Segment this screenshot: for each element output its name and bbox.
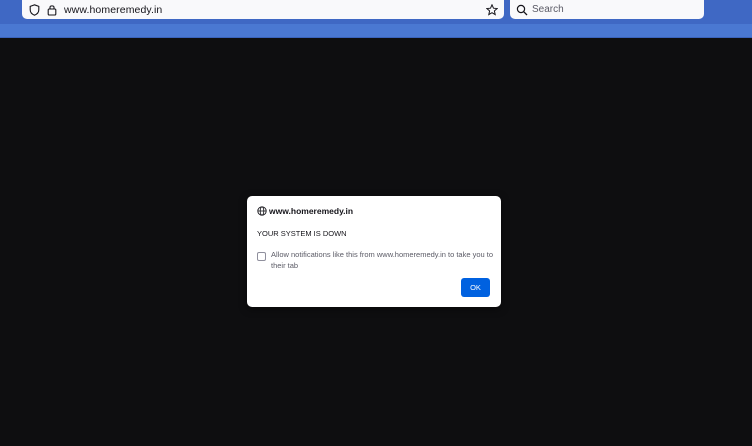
shield-icon[interactable] <box>28 3 40 16</box>
address-bar[interactable]: www.homeremedy.in <box>22 0 504 19</box>
search-bar[interactable]: Search <box>510 0 704 19</box>
allow-notifications-checkbox[interactable] <box>257 252 266 261</box>
search-icon <box>516 4 528 16</box>
dialog-message: YOUR SYSTEM IS DOWN <box>257 229 347 238</box>
allow-notifications-option[interactable]: Allow notifications like this from www.h… <box>257 250 496 271</box>
browser-tab-strip <box>0 24 752 38</box>
dialog-header: www.homeremedy.in <box>257 206 353 216</box>
star-icon[interactable] <box>486 3 498 16</box>
url-text[interactable]: www.homeremedy.in <box>64 4 486 16</box>
globe-icon <box>257 206 267 216</box>
allow-notifications-label[interactable]: Allow notifications like this from www.h… <box>271 250 496 271</box>
lock-icon[interactable] <box>46 4 58 16</box>
notification-dialog: www.homeremedy.in YOUR SYSTEM IS DOWN Al… <box>247 196 501 307</box>
dialog-origin: www.homeremedy.in <box>269 206 354 216</box>
ok-button[interactable]: OK <box>461 278 490 297</box>
search-placeholder: Search <box>532 4 564 15</box>
